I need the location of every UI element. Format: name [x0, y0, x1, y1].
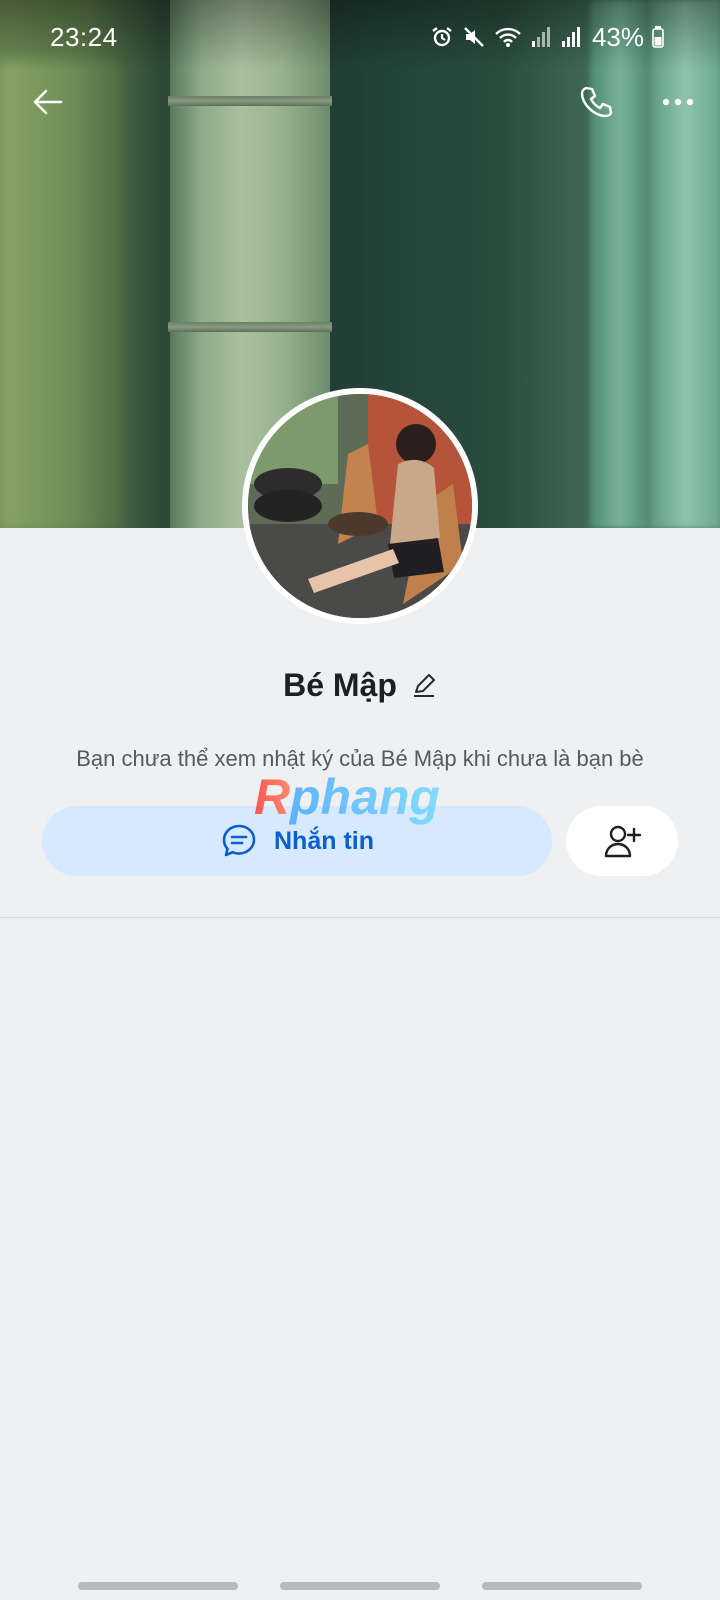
- diary-notice: Bạn chưa thể xem nhật ký của Bé Mập khi …: [76, 746, 644, 771]
- avatar[interactable]: [242, 388, 478, 624]
- battery-percent: 43%: [591, 21, 644, 52]
- add-friend-button[interactable]: [566, 806, 678, 876]
- call-button[interactable]: [574, 80, 618, 124]
- watermark-logo: R phang: [254, 770, 440, 825]
- more-horizontal-icon: [662, 98, 694, 106]
- battery-icon: [652, 26, 664, 48]
- phone-icon: [580, 86, 613, 118]
- profile-name: Bé Mập: [283, 666, 397, 703]
- system-nav-bar: [0, 1582, 720, 1590]
- message-button-label: Nhắn tin: [274, 826, 374, 855]
- svg-text:phang: phang: [288, 770, 440, 825]
- alarm-icon: [432, 27, 452, 47]
- pencil-icon: [413, 674, 435, 697]
- bamboo-node: [168, 322, 332, 332]
- svg-text:R: R: [254, 770, 290, 825]
- bamboo-node: [168, 96, 332, 106]
- avatar-photo: [248, 394, 472, 618]
- signal-icon-2: [561, 27, 580, 47]
- profile-name-row: Bé Mập: [0, 660, 720, 710]
- back-button[interactable]: [26, 80, 70, 124]
- status-icons: 43%: [430, 22, 664, 52]
- more-button[interactable]: [656, 80, 700, 124]
- signal-icon: [531, 27, 550, 47]
- nav-pill-left[interactable]: [78, 1582, 238, 1590]
- mute-icon: [464, 27, 484, 47]
- add-user-icon: [604, 825, 642, 858]
- nav-pill-center[interactable]: [280, 1582, 440, 1590]
- nav-pill-right[interactable]: [482, 1582, 642, 1590]
- edit-name-button[interactable]: [411, 672, 437, 698]
- wifi-icon: [495, 27, 521, 47]
- cover-bamboo-blur: [0, 60, 120, 528]
- arrow-left-icon: [33, 89, 63, 115]
- status-time: 23:24: [50, 22, 118, 52]
- section-divider: [0, 917, 720, 918]
- status-bar: 23:24 43%: [0, 0, 720, 70]
